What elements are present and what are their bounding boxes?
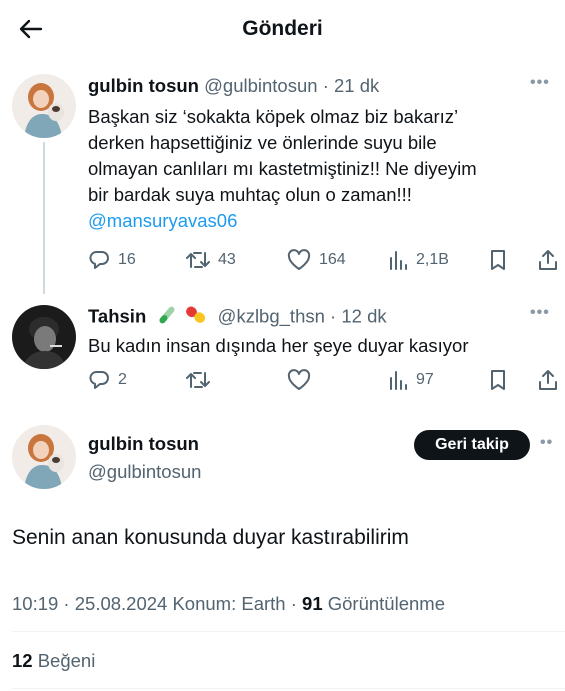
tweet-line: derken hapsettiğiniz ve önlerinde suyu b… <box>88 132 437 153</box>
bookmark-button[interactable] <box>489 249 507 271</box>
mention-link[interactable]: @mansuryavas06 <box>88 208 477 234</box>
author-handle[interactable]: @gulbintosun <box>204 75 317 96</box>
avatar[interactable] <box>12 425 76 489</box>
tweet-line: olmayan canlıları mı kastetmiştiniz!! Ne… <box>88 158 477 179</box>
tweet-body: Başkan siz ‘sokakta köpek olmaz biz baka… <box>88 104 477 234</box>
author-name[interactable]: Tahsin <box>88 305 146 326</box>
retweet-button[interactable]: 43 <box>186 249 236 271</box>
heart-icon <box>287 249 311 270</box>
views-count: 2,1B <box>416 251 449 268</box>
author-handle-text: @gulbintosun <box>88 461 202 482</box>
reply-body: Bu kadın insan dışında her şeye duyar ka… <box>88 335 469 356</box>
like-button[interactable]: 164 <box>287 249 346 271</box>
bookmark-button[interactable] <box>489 369 507 391</box>
bookmark-icon <box>491 250 505 270</box>
share-icon <box>539 370 557 390</box>
author-name[interactable]: gulbin tosun <box>88 75 199 96</box>
pill-emoji-icon <box>183 305 209 330</box>
views-label: Görüntülenme <box>327 593 445 614</box>
divider <box>12 688 565 689</box>
likes-summary[interactable]: 12 Beğeni <box>12 650 95 672</box>
reply-button[interactable]: 2 <box>88 369 127 391</box>
avatar[interactable] <box>12 305 76 369</box>
divider <box>12 631 565 632</box>
likes-count: 12 <box>12 650 33 671</box>
more-options-icon[interactable]: •• <box>540 434 553 452</box>
retweet-icon <box>186 252 210 268</box>
like-count: 164 <box>319 251 346 268</box>
tweet-time[interactable]: · 12 dk <box>330 305 387 326</box>
like-button[interactable] <box>287 369 311 391</box>
reply-icon <box>89 371 109 389</box>
tweet-meta: 10:19 · 25.08.2024 Konum: Earth · 91 Gör… <box>12 593 445 615</box>
bar-chart-icon <box>390 251 407 270</box>
bar-chart-icon <box>390 371 407 390</box>
reply-button[interactable]: 16 <box>88 249 136 271</box>
author-name-text: gulbin tosun <box>88 433 199 454</box>
tweet-header: gulbin tosun @gulbintosun · 21 dk <box>88 75 379 97</box>
tweet-body: Senin anan konusunda duyar kastırabiliri… <box>12 526 409 549</box>
views-count: 91 <box>302 593 323 614</box>
tweet-datetime[interactable]: 10:19 · 25.08.2024 Konum: Earth · <box>12 593 297 614</box>
thread-connector <box>43 142 45 294</box>
avatar[interactable] <box>12 74 76 138</box>
retweet-button[interactable] <box>186 369 210 391</box>
reply-count: 2 <box>118 371 127 388</box>
views-button[interactable]: 97 <box>388 369 434 391</box>
tweet-line: Başkan siz ‘sokakta köpek olmaz biz baka… <box>88 106 459 127</box>
views-count: 97 <box>416 371 434 388</box>
share-icon <box>539 250 557 270</box>
top-bar: Gönderi <box>0 0 565 58</box>
reply-icon <box>89 251 109 269</box>
tweet-line: bir bardak suya muhtaç olun o zaman!!! <box>88 184 412 205</box>
likes-label: Beğeni <box>37 650 96 671</box>
page-title: Gönderi <box>242 17 323 40</box>
more-options-icon[interactable]: ••• <box>530 74 550 92</box>
reply-count: 16 <box>118 251 136 268</box>
retweet-count: 43 <box>218 251 236 268</box>
more-options-icon[interactable]: ••• <box>530 304 550 322</box>
author-handle[interactable]: @kzlbg_thsn <box>218 305 325 326</box>
share-button[interactable] <box>538 249 558 271</box>
author-name[interactable]: gulbin tosun <box>88 433 199 455</box>
tweet-time[interactable]: · 21 dk <box>323 75 380 96</box>
views-button[interactable]: 2,1B <box>388 249 449 271</box>
follow-back-button[interactable]: Geri takip <box>414 430 530 460</box>
test-tube-emoji-icon <box>155 305 177 330</box>
bookmark-icon <box>491 370 505 390</box>
retweet-icon <box>186 372 210 388</box>
author-handle[interactable]: @gulbintosun <box>88 461 201 483</box>
heart-icon <box>287 369 311 390</box>
tweet-header: Tahsin @kzlbg_thsn · 12 dk <box>88 305 387 330</box>
share-button[interactable] <box>538 369 558 391</box>
